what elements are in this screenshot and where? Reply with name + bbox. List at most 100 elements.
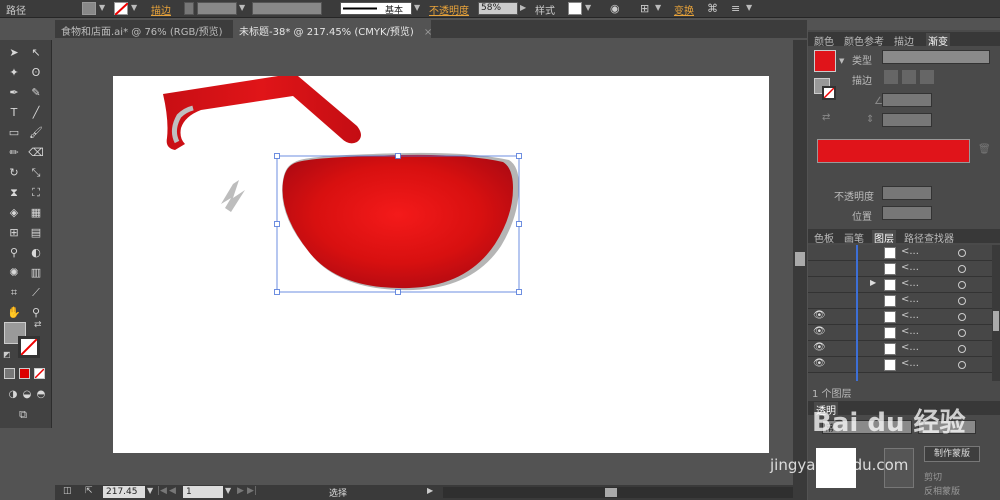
layer-row[interactable]: <... — [808, 293, 992, 309]
target-icon[interactable] — [958, 329, 966, 337]
curvature-tool-icon[interactable]: ✎ — [27, 84, 45, 102]
gradient-tool-icon[interactable]: ▤ — [27, 224, 45, 242]
stop-position-field[interactable] — [882, 206, 932, 220]
isolate-icon[interactable]: ⌘ — [707, 2, 718, 15]
tab-color[interactable]: 颜色 — [814, 33, 834, 48]
stroke-toggle[interactable] — [822, 86, 836, 100]
lightning-shape[interactable] — [221, 180, 245, 212]
chevron-down-icon[interactable]: ▼ — [147, 486, 153, 495]
line-tool-icon[interactable]: ╱ — [27, 104, 45, 122]
target-icon[interactable] — [958, 249, 966, 257]
tab-color-guide[interactable]: 颜色参考 — [844, 33, 884, 48]
chevron-down-icon[interactable]: ▼ — [131, 3, 137, 12]
clip-checkbox[interactable]: 剪切 — [924, 470, 942, 483]
target-icon[interactable] — [958, 297, 966, 305]
lasso-icon[interactable]: ʘ — [27, 64, 45, 82]
make-mask-button[interactable]: 制作蒙版 — [924, 446, 980, 462]
scroll-thumb[interactable] — [795, 252, 805, 266]
layer-row[interactable]: 👁 <... — [808, 357, 992, 373]
glasses-lens[interactable] — [282, 152, 519, 291]
last-page-icon[interactable]: ▶| — [247, 486, 257, 496]
free-transform-icon[interactable]: ⛶ — [27, 184, 45, 202]
stroke-gradient-option-icon[interactable] — [902, 70, 916, 84]
eye-icon[interactable]: 👁 — [813, 358, 826, 369]
horizontal-scrollbar[interactable] — [443, 487, 793, 498]
scroll-thumb[interactable] — [605, 488, 617, 497]
scale-tool-icon[interactable]: ⤡ — [27, 164, 45, 182]
eye-icon[interactable]: 👁 — [813, 342, 826, 353]
layer-row[interactable]: 👁 <... — [808, 341, 992, 357]
chevron-right-icon[interactable]: ▶ — [427, 486, 433, 495]
chevron-right-icon[interactable]: ▶ — [520, 3, 526, 12]
transform-link[interactable]: 变换 — [674, 2, 694, 17]
hand-tool-icon[interactable]: ✋ — [5, 304, 23, 322]
selection-tool-icon[interactable]: ➤ — [5, 44, 23, 62]
tab-swatches[interactable]: 色板 — [814, 230, 834, 245]
stroke-weight-field[interactable] — [197, 2, 237, 15]
artwork-canvas[interactable] — [113, 76, 769, 453]
stroke-gradient-option-icon[interactable] — [920, 70, 934, 84]
next-page-icon[interactable]: ▶ — [237, 486, 244, 496]
trash-icon[interactable]: 🗑 — [978, 144, 991, 155]
gradient-mode-icon[interactable] — [19, 368, 30, 379]
reverse-gradient-icon[interactable]: ⇄ — [822, 112, 830, 123]
recolor-icon[interactable]: ◉ — [610, 2, 620, 15]
layer-row[interactable]: <... — [808, 261, 992, 277]
prev-page-icon[interactable]: ◀ — [169, 486, 176, 496]
stroke-profile-dropdown[interactable]: 基本 — [340, 2, 412, 16]
glasses-temple-arm[interactable] — [163, 76, 361, 150]
blend-tool-icon[interactable]: ◐ — [27, 244, 45, 262]
target-icon[interactable] — [958, 281, 966, 289]
pen-tool-icon[interactable]: ✒ — [5, 84, 23, 102]
angle-field[interactable] — [882, 93, 932, 107]
perspective-grid-icon[interactable]: ▦ — [27, 204, 45, 222]
layer-row[interactable]: 👁 <... — [808, 309, 992, 325]
chevron-down-icon[interactable]: ▼ — [839, 57, 844, 65]
type-tool-icon[interactable]: T — [5, 104, 23, 122]
chevron-down-icon[interactable]: ▼ — [225, 486, 231, 495]
none-mode-icon[interactable] — [34, 368, 45, 379]
eye-icon[interactable]: 👁 — [813, 310, 826, 321]
expand-triangle-icon[interactable]: ▶ — [870, 278, 876, 287]
invert-mask-checkbox[interactable]: 反相蒙版 — [924, 484, 960, 497]
layers-scrollbar[interactable] — [992, 245, 1000, 381]
target-icon[interactable] — [958, 345, 966, 353]
layer-row[interactable]: <... — [808, 245, 992, 261]
tab-stroke[interactable]: 描边 — [894, 33, 914, 48]
swap-colors-icon[interactable]: ⇄ — [34, 320, 42, 330]
eye-icon[interactable]: 👁 — [813, 326, 826, 337]
stroke-gradient-option-icon[interactable] — [884, 70, 898, 84]
color-mode-icon[interactable] — [4, 368, 15, 379]
layer-row[interactable]: ▶ <... — [808, 277, 992, 293]
slice-tool-icon[interactable]: ⟋ — [27, 284, 45, 302]
opacity-field[interactable]: 58% — [478, 2, 518, 15]
stroke-swatch[interactable] — [114, 2, 129, 16]
tab-food-document[interactable]: 食物和店面.ai* @ 76% (RGB/预览)× — [55, 20, 241, 38]
variable-width-field[interactable] — [252, 2, 322, 15]
target-icon[interactable] — [958, 313, 966, 321]
eraser-tool-icon[interactable]: ⌫ — [27, 144, 45, 162]
rectangle-tool-icon[interactable]: ▭ — [5, 124, 23, 142]
rotate-tool-icon[interactable]: ↻ — [5, 164, 23, 182]
column-graph-icon[interactable]: ▥ — [27, 264, 45, 282]
eyedropper-icon[interactable]: ⚲ — [5, 244, 23, 262]
shape-builder-icon[interactable]: ◈ — [5, 204, 23, 222]
stroke-color-swatch[interactable] — [18, 336, 40, 358]
chevron-down-icon[interactable]: ▼ — [585, 3, 591, 12]
target-icon[interactable] — [958, 265, 966, 273]
chevron-down-icon[interactable]: ▼ — [99, 3, 105, 12]
stroke-label[interactable]: 描边 — [151, 2, 171, 17]
draw-inside-icon[interactable]: ◓ — [32, 386, 50, 404]
layer-row[interactable]: 👁 <... — [808, 325, 992, 341]
zoom-menu-icon[interactable]: ◫ — [63, 486, 72, 496]
pencil-tool-icon[interactable]: ✏ — [5, 144, 23, 162]
fill-swatch[interactable] — [82, 2, 96, 15]
tab-layers[interactable]: 图层 — [872, 230, 896, 245]
chevron-down-icon[interactable]: ▼ — [414, 3, 420, 12]
direct-selection-tool-icon[interactable]: ↖ — [27, 44, 45, 62]
gradient-slider-bar[interactable] — [817, 139, 970, 163]
align-icon[interactable]: ⊞ — [640, 2, 649, 15]
chevron-down-icon[interactable]: ▼ — [655, 3, 661, 12]
style-swatch[interactable] — [568, 2, 582, 15]
zoom-field[interactable]: 217.45 — [103, 486, 145, 498]
